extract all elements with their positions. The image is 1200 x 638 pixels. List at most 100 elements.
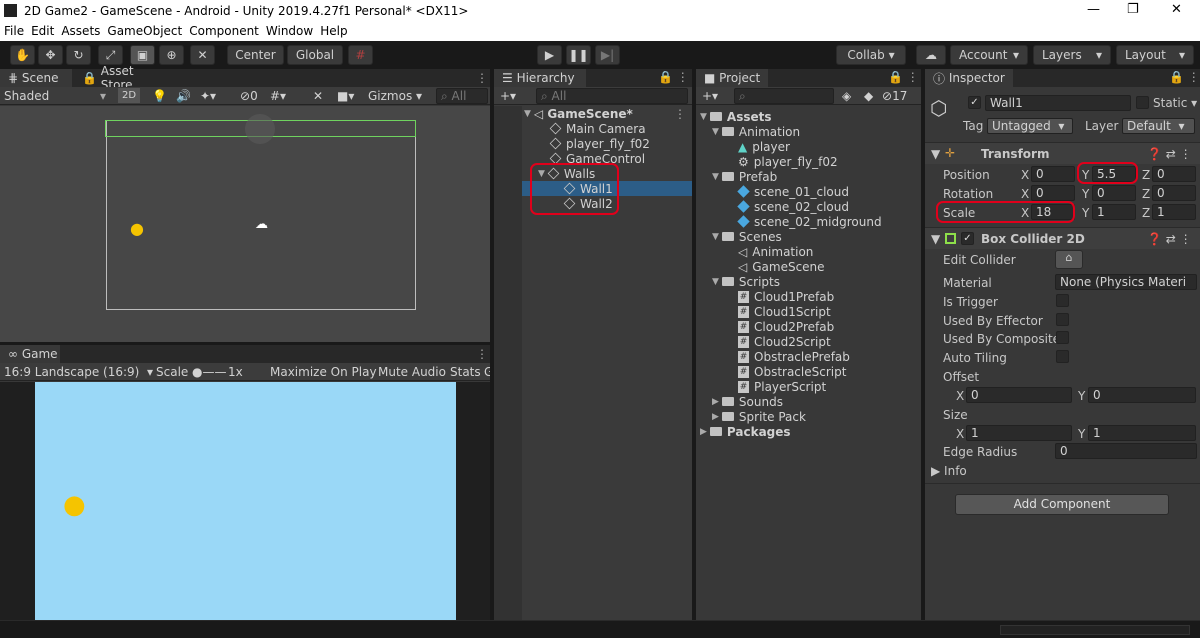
rotation-y-field[interactable]: 0 xyxy=(1092,185,1136,201)
folder-scripts[interactable]: ▼ Scripts xyxy=(712,274,780,289)
collider-enabled-checkbox[interactable]: ✓ xyxy=(961,232,974,245)
pivot-center-button[interactable]: Center xyxy=(227,45,284,65)
collider-header[interactable]: ▼ ✓ Box Collider 2D ❓ ⇄ ⋮ xyxy=(925,227,1200,249)
auto-tiling-checkbox[interactable] xyxy=(1056,350,1069,363)
folder-animation[interactable]: ▼ Animation xyxy=(712,124,800,139)
project-create-button[interactable]: +▾ xyxy=(702,88,718,103)
restore-button[interactable]: ❐ xyxy=(1127,2,1139,17)
step-button[interactable]: ▶| xyxy=(595,45,620,65)
position-z-field[interactable]: 0 xyxy=(1152,166,1196,182)
lock-icon[interactable]: 🔒 ⋮ xyxy=(658,70,689,84)
gizmos-dropdown[interactable]: Gizmos ▾ xyxy=(368,88,422,103)
grid-icon[interactable]: #▾ xyxy=(270,88,286,103)
folder-sprite-pack[interactable]: ▶ Sprite Pack xyxy=(712,409,806,424)
script-cloud2prefab[interactable]: # Cloud2Prefab xyxy=(738,319,834,334)
scale-y-field[interactable]: 1 xyxy=(1092,204,1136,220)
scene-viewport[interactable]: ● ☁ xyxy=(0,106,490,342)
game-menu-icon[interactable]: ⋮ xyxy=(476,347,488,361)
scale-slider[interactable]: ●—— xyxy=(192,364,226,379)
tab-asset-store[interactable]: 🔒 Asset Store xyxy=(74,64,174,92)
stats-toggle[interactable]: Stats xyxy=(450,364,481,379)
asset-cloud01[interactable]: scene_01_cloud xyxy=(737,184,849,199)
hand-tool-icon[interactable]: ✋ xyxy=(10,45,35,65)
close-button[interactable]: ✕ xyxy=(1171,2,1182,17)
info-foldout[interactable]: ▶ Info xyxy=(931,464,967,478)
folder-packages[interactable]: ▶ Packages xyxy=(700,424,791,439)
size-y-field[interactable]: 1 xyxy=(1088,425,1196,441)
scene-search-input[interactable]: ⌕ All xyxy=(436,88,488,104)
inspector-lock-icon[interactable]: 🔒 ⋮ xyxy=(1169,70,1200,84)
hierarchy-search-input[interactable]: ⌕ All xyxy=(536,88,688,104)
project-search-input[interactable]: ⌕ xyxy=(734,88,834,104)
cloud-icon[interactable]: ☁ xyxy=(916,45,946,65)
account-dropdown[interactable]: Account ▾ xyxy=(950,45,1028,65)
filter-type-icon[interactable]: ◈ xyxy=(842,88,851,103)
position-x-field[interactable]: 0 xyxy=(1031,166,1075,182)
aspect-dropdown[interactable]: 16:9 Landscape (16:9) ▾ xyxy=(4,364,153,379)
layout-dropdown[interactable]: Layout ▾ xyxy=(1116,45,1194,65)
hidden-packages-icon[interactable]: ⊘ 17 xyxy=(882,88,907,103)
size-x-field[interactable]: 1 xyxy=(966,425,1072,441)
tab-inspector[interactable]: ⓘ Inspector xyxy=(925,69,1013,87)
tools-icon[interactable]: ✕ xyxy=(313,88,323,103)
custom-tool-icon[interactable]: ✕ xyxy=(190,45,215,65)
script-obstracleprefab[interactable]: # ObstraclePrefab xyxy=(738,349,850,364)
tab-project[interactable]: ■ Project xyxy=(696,69,768,87)
script-cloud2script[interactable]: # Cloud2Script xyxy=(738,334,831,349)
asset-cloud02[interactable]: scene_02_cloud xyxy=(737,199,849,214)
grid-snap-icon[interactable]: # xyxy=(348,45,373,65)
scene-menu-icon[interactable]: ⋮ xyxy=(476,71,488,85)
is-trigger-checkbox[interactable] xyxy=(1056,294,1069,307)
rect-tool-icon[interactable]: ▣ xyxy=(130,45,155,65)
audio-icon[interactable]: 🔊 xyxy=(176,88,191,103)
maximize-on-play-toggle[interactable]: Maximize On Play xyxy=(270,364,377,379)
folder-scenes[interactable]: ▼ Scenes xyxy=(712,229,782,244)
player-sprite[interactable]: ● xyxy=(130,219,144,238)
script-cloud1prefab[interactable]: # Cloud1Prefab xyxy=(738,289,834,304)
transform-header[interactable]: ▼ ✛ Transform ❓ ⇄ ⋮ xyxy=(925,142,1200,164)
menu-file[interactable]: File xyxy=(4,24,24,38)
collider-menu-icon[interactable]: ❓ ⇄ ⋮ xyxy=(1147,232,1192,246)
mute-audio-toggle[interactable]: Mute Audio xyxy=(378,364,446,379)
lighting-icon[interactable]: 💡 xyxy=(152,88,167,103)
minimize-button[interactable]: — xyxy=(1087,2,1100,17)
move-tool-icon[interactable]: ✥ xyxy=(38,45,63,65)
mode-2d-toggle[interactable]: 2D xyxy=(118,88,141,103)
static-dropdown[interactable]: Static ▾ xyxy=(1153,96,1197,110)
transform-tool-icon[interactable]: ⊕ xyxy=(159,45,184,65)
shading-mode-dropdown[interactable]: Shaded xyxy=(4,88,49,103)
menu-help[interactable]: Help xyxy=(320,24,347,38)
asset-player[interactable]: ▲ player xyxy=(738,139,790,154)
effects-icon[interactable]: ✦▾ xyxy=(200,88,216,103)
scale-tool-icon[interactable]: ⤢ xyxy=(98,45,123,65)
tab-hierarchy[interactable]: ☰ Hierarchy xyxy=(494,69,586,87)
folder-assets[interactable]: ▼ Assets xyxy=(700,109,772,124)
used-by-composite-checkbox[interactable] xyxy=(1056,331,1069,344)
offset-y-field[interactable]: 0 xyxy=(1088,387,1196,403)
rotation-gizmo[interactable] xyxy=(245,114,275,144)
edit-collider-button[interactable]: ⌂ xyxy=(1055,250,1083,269)
asset-midground[interactable]: scene_02_midground xyxy=(737,214,882,229)
component-menu-icon[interactable]: ❓ ⇄ ⋮ xyxy=(1147,147,1192,161)
gizmos-toggle[interactable]: G xyxy=(484,364,490,379)
script-cloud1script[interactable]: # Cloud1Script xyxy=(738,304,831,319)
create-button[interactable]: +▾ xyxy=(500,88,516,103)
pause-button[interactable]: ❚❚ xyxy=(566,45,591,65)
asset-player-fly[interactable]: ⚙ player_fly_f02 xyxy=(738,154,838,169)
hierarchy-item-player[interactable]: player_fly_f02 xyxy=(549,136,650,151)
project-lock-icon[interactable]: 🔒 ⋮ xyxy=(888,70,919,84)
edge-radius-field[interactable]: 0 xyxy=(1055,443,1197,459)
menu-gameobject[interactable]: GameObject xyxy=(107,24,182,38)
collab-button[interactable]: Collab ▾ xyxy=(836,45,906,65)
layer-dropdown[interactable]: Default ▾ xyxy=(1122,118,1195,134)
cloud-sprite[interactable]: ☁ xyxy=(255,217,268,232)
rotate-tool-icon[interactable]: ↻ xyxy=(66,45,91,65)
camera-icon[interactable]: ■▾ xyxy=(337,88,354,103)
filter-label-icon[interactable]: ◆ xyxy=(864,88,873,103)
scale-z-field[interactable]: 1 xyxy=(1152,204,1196,220)
static-checkbox[interactable] xyxy=(1136,96,1149,109)
scene-root-item[interactable]: ▼ ◁ GameScene* xyxy=(524,106,633,121)
hierarchy-item-main-camera[interactable]: Main Camera xyxy=(549,121,646,136)
used-by-effector-checkbox[interactable] xyxy=(1056,313,1069,326)
scene-gamescene[interactable]: ◁ GameScene xyxy=(738,259,825,274)
